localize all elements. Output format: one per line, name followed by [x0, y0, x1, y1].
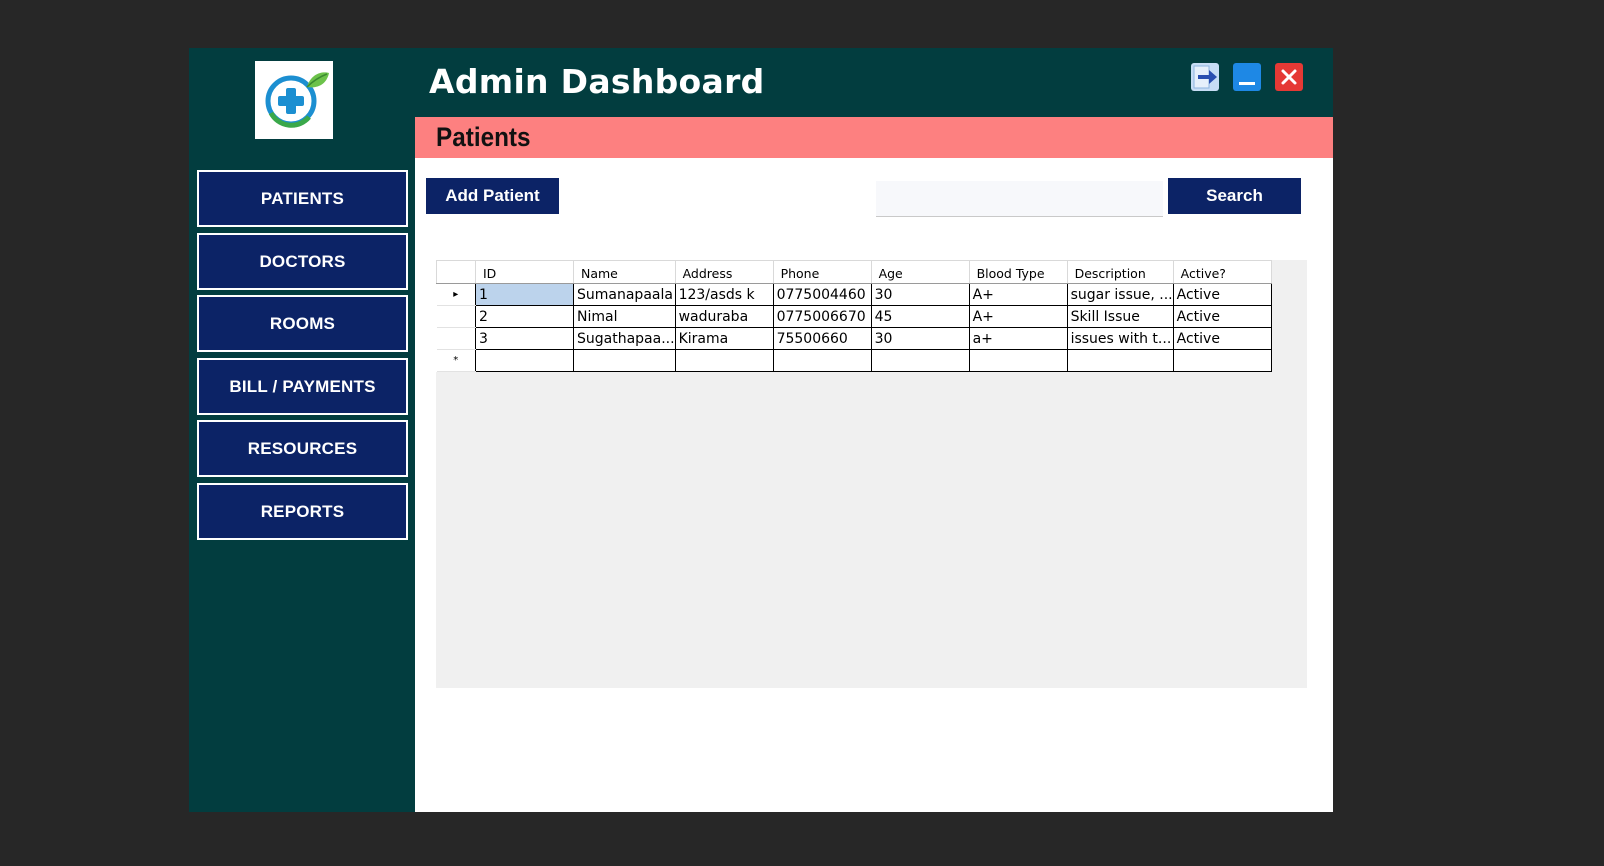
search-input[interactable]: [876, 181, 1163, 217]
table-cell[interactable]: 1: [475, 283, 574, 306]
table-row[interactable]: 2 Nimal waduraba 0775006670 45 A+ Skill …: [436, 305, 1272, 328]
title-bar: Admin Dashboard: [415, 48, 1333, 117]
table-cell[interactable]: Active: [1172, 283, 1272, 306]
table-cell[interactable]: 30: [870, 327, 970, 350]
table-cell[interactable]: a+: [968, 327, 1068, 350]
table-header-row: ID Name Address Phone Age Blood Type Des…: [436, 260, 1272, 284]
nav-resources-button[interactable]: RESOURCES: [197, 420, 408, 477]
new-row[interactable]: *: [436, 349, 1272, 372]
nav-label: DOCTORS: [259, 251, 346, 271]
logout-icon[interactable]: [1191, 63, 1219, 91]
nav-reports-button[interactable]: REPORTS: [197, 483, 408, 540]
table-cell[interactable]: [475, 349, 574, 372]
nav-label: RESOURCES: [247, 438, 358, 458]
table-cell[interactable]: [674, 349, 774, 372]
table-cell[interactable]: Sugathapaa...: [573, 327, 676, 350]
table-cell[interactable]: waduraba: [674, 305, 774, 328]
table-cell[interactable]: 0775004460: [772, 283, 872, 306]
table-cell[interactable]: Active: [1172, 305, 1272, 328]
nav-patients-button[interactable]: PATIENTS: [197, 170, 408, 227]
minimize-icon[interactable]: [1233, 63, 1261, 91]
table-cell[interactable]: 0775006670: [772, 305, 872, 328]
table-row[interactable]: ▸ 1 Sumanapaala 123/asds k 0775004460 30…: [436, 283, 1272, 306]
column-header[interactable]: Address: [675, 260, 774, 284]
table-cell[interactable]: 2: [475, 305, 574, 328]
column-header[interactable]: Active?: [1173, 260, 1272, 284]
nav-label: ROOMS: [269, 313, 336, 333]
column-header[interactable]: ID: [475, 260, 574, 284]
table-cell[interactable]: 45: [870, 305, 970, 328]
search-label: Search: [1206, 186, 1263, 205]
table-cell[interactable]: 75500660: [772, 327, 872, 350]
table-cell[interactable]: 30: [870, 283, 970, 306]
row-selector[interactable]: [436, 327, 476, 350]
column-header[interactable]: Blood Type: [969, 260, 1068, 284]
patients-table: ID Name Address Phone Age Blood Type Des…: [436, 260, 1272, 372]
table-cell[interactable]: A+: [968, 305, 1068, 328]
patients-grid: ID Name Address Phone Age Blood Type Des…: [436, 260, 1307, 688]
table-cell[interactable]: Nimal: [573, 305, 676, 328]
nav-label: REPORTS: [260, 501, 345, 521]
table-cell[interactable]: Skill Issue: [1066, 305, 1174, 328]
column-header[interactable]: Phone: [773, 260, 872, 284]
search-button[interactable]: Search: [1168, 178, 1301, 214]
row-selector[interactable]: ▸: [436, 283, 476, 306]
nav-doctors-button[interactable]: DOCTORS: [197, 233, 408, 290]
table-cell[interactable]: Kirama: [674, 327, 774, 350]
sidebar: PATIENTS DOCTORS ROOMS BILL / PAYMENTS R…: [189, 48, 415, 812]
column-header[interactable]: Age: [871, 260, 970, 284]
close-icon[interactable]: [1275, 63, 1303, 91]
table-cell[interactable]: sugar issue, ...: [1066, 283, 1174, 306]
table-cell[interactable]: Active: [1172, 327, 1272, 350]
column-header[interactable]: Name: [573, 260, 676, 284]
app-logo: [255, 61, 333, 139]
table-cell[interactable]: [1172, 349, 1272, 372]
table-cell[interactable]: issues with t...: [1066, 327, 1174, 350]
nav-rooms-button[interactable]: ROOMS: [197, 295, 408, 352]
app-title: Admin Dashboard: [429, 62, 765, 101]
row-header-corner: [436, 260, 476, 284]
nav-label: PATIENTS: [260, 188, 345, 208]
table-cell[interactable]: [870, 349, 970, 372]
new-row-marker[interactable]: *: [436, 349, 476, 372]
app-window: PATIENTS DOCTORS ROOMS BILL / PAYMENTS R…: [189, 48, 1333, 812]
table-cell[interactable]: 123/asds k: [674, 283, 774, 306]
section-header: Patients: [415, 117, 1333, 158]
add-patient-button[interactable]: Add Patient: [426, 178, 559, 214]
table-cell[interactable]: Sumanapaala: [573, 283, 676, 306]
section-title: Patients: [436, 122, 531, 152]
column-header[interactable]: Description: [1067, 260, 1174, 284]
nav-bill-payments-button[interactable]: BILL / PAYMENTS: [197, 358, 408, 415]
table-cell[interactable]: [1066, 349, 1174, 372]
table-cell[interactable]: [772, 349, 872, 372]
nav-label: BILL / PAYMENTS: [229, 376, 376, 396]
table-row[interactable]: 3 Sugathapaa... Kirama 75500660 30 a+ is…: [436, 327, 1272, 350]
table-cell[interactable]: A+: [968, 283, 1068, 306]
row-selector[interactable]: [436, 305, 476, 328]
add-patient-label: Add Patient: [445, 186, 540, 205]
table-cell[interactable]: 3: [475, 327, 574, 350]
table-cell[interactable]: [968, 349, 1068, 372]
table-cell[interactable]: [573, 349, 676, 372]
